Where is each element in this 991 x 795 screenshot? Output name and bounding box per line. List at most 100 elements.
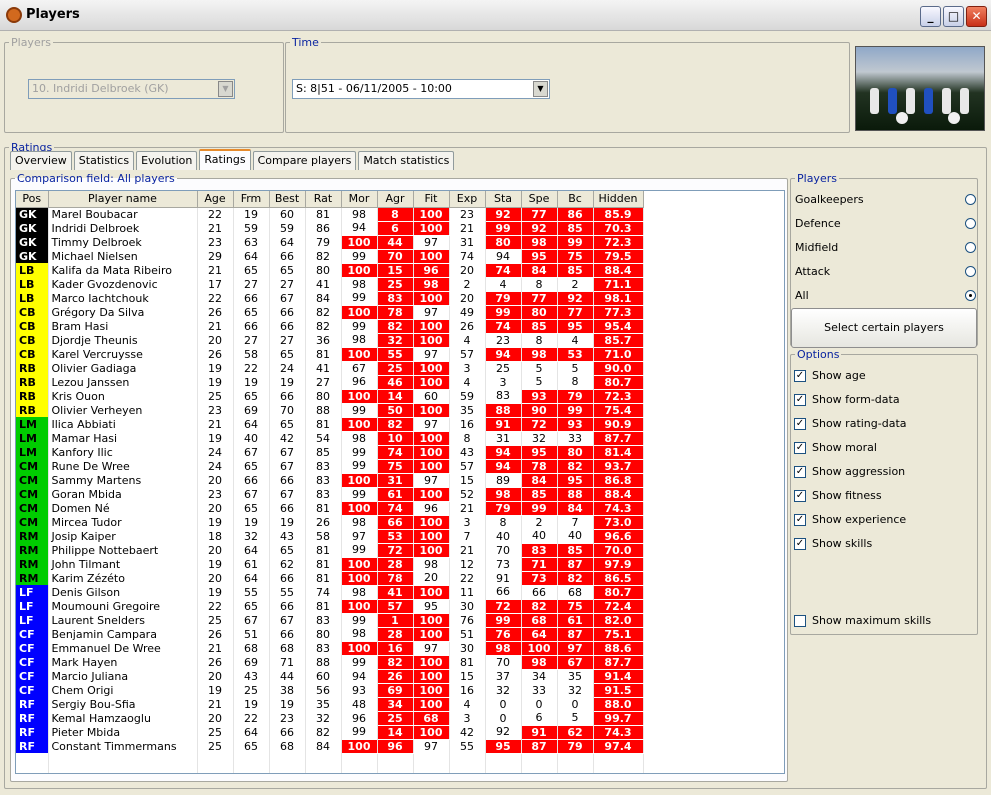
value-cell: 2 [449,277,486,291]
filter-radio-defence[interactable] [965,218,976,229]
show-skills-checkbox[interactable]: ✓ [794,538,806,550]
column-header[interactable]: Spe [521,191,558,208]
table-row[interactable]: RM Josip Kaiper 18 32 43 58 97 53 100 7 40 40 40 96.6 [16,528,644,544]
position-cell: CM [16,473,49,487]
table-row[interactable]: GK Timmy Delbroek 23 63 64 79 100 44 97 31 80 98 99 7… [16,234,644,250]
table-row[interactable]: RF Sergiy Bou-Sfia 21 19 19 35 48 34 100 4 0 0 0 88.0 [16,696,644,712]
tab-overview[interactable]: Overview [10,151,72,170]
table-row[interactable]: GK Marel Boubacar 22 19 60 81 98 8 100 23 92 77 86 85… [16,206,644,222]
table-row[interactable]: GK Michael Nielsen 29 64 66 82 99 70 100 74 94 95 75… [16,248,644,264]
table-row[interactable]: CM Rune De Wree 24 65 67 83 99 75 100 57 94 78 82 93.… [16,458,644,474]
table-row[interactable]: LF Moumouni Gregoire 22 65 66 81 100 57 95 30 72 82… [16,598,644,614]
column-header[interactable]: Fit [413,191,450,208]
value-cell: 7 [557,515,594,529]
column-header[interactable]: Mor [341,191,378,208]
table-row[interactable]: LM Kanfory Ilic 24 67 67 85 99 74 100 43 94 95 80 81.… [16,444,644,460]
tab-match-statistics[interactable]: Match statistics [358,151,455,170]
column-header[interactable]: Frm [233,191,270,208]
player-name-cell: Bram Hasi [48,319,198,333]
close-button[interactable]: ✕ [966,6,987,27]
tab-statistics[interactable]: Statistics [73,151,135,170]
filter-radio-attack[interactable] [965,266,976,277]
filter-radio-all[interactable] [965,290,976,301]
table-row[interactable]: CB Bram Hasi 21 66 66 82 99 82 100 26 74 85 95 95.4 [16,318,644,334]
value-cell: 79 [556,738,594,754]
table-row[interactable]: CM Mircea Tudor 19 19 19 26 98 66 100 3 8 2 7 73.0 [16,514,644,530]
table-row[interactable]: LF Denis Gilson 19 55 55 74 98 41 100 11 66 66 68 80.… [16,584,644,600]
value-cell: 64 [233,417,270,431]
value-cell: 83 [305,487,342,501]
show-age-checkbox[interactable]: ✓ [794,370,806,382]
table-row[interactable]: RM John Tilmant 19 61 62 81 100 28 98 12 73 71 87 97.… [16,556,644,572]
tab-compare-players[interactable]: Compare players [252,151,357,170]
show-fitness-checkbox[interactable]: ✓ [794,490,806,502]
table-row[interactable]: GK Indridi Delbroek 21 59 59 86 94 6 100 21 99 92 85… [16,220,644,236]
value-cell: 37 [485,669,522,683]
show-aggression-checkbox[interactable]: ✓ [794,466,806,478]
maximize-button[interactable]: □ [943,6,964,27]
table-row[interactable]: CF Mark Hayen 26 69 71 88 99 82 100 81 70 98 67 87.7 [16,654,644,670]
table-row[interactable]: RB Olivier Gadiaga 19 22 24 41 67 25 100 3 25 5 5 90.… [16,360,644,376]
column-header[interactable]: Hidden [593,191,644,208]
value-cell: 26 [305,515,342,529]
show-maximum-skills-checkbox[interactable] [794,615,806,627]
filter-radio-midfield[interactable] [965,242,976,253]
filter-radio-goalkeepers[interactable] [965,194,976,205]
value-cell: 8 [557,375,594,389]
column-header[interactable]: Agr [377,191,414,208]
player-select[interactable]: 10. Indridi Delbroek (GK) ▼ [28,79,235,99]
table-row[interactable]: LF Laurent Snelders 25 67 67 83 99 1 100 76 99 68 61… [16,612,644,628]
value-cell: 100 [412,332,450,348]
value-cell: 20 [449,263,486,277]
value-cell: 6 [376,220,414,236]
table-row[interactable]: LM Ilica Abbiati 21 64 65 81 100 82 97 16 91 72 93 90… [16,416,644,432]
show-rating-data-checkbox[interactable]: ✓ [794,418,806,430]
table-row[interactable]: RM Philippe Nottebaert 20 64 65 81 99 72 100 21 70… [16,542,644,558]
value-cell: 81 [305,599,342,613]
column-header[interactable]: Player name [48,191,198,208]
table-row[interactable]: CM Sammy Martens 20 66 66 83 100 31 97 15 89 84 95 86… [16,472,644,488]
table-row[interactable]: CB Djordje Theunis 20 27 27 36 98 32 100 4 23 8 4 85.… [16,332,644,348]
table-row[interactable]: RB Kris Ouon 25 65 66 80 100 14 60 59 83 93 79 72.3 [16,388,644,404]
table-row[interactable]: CM Domen Né 20 65 66 81 100 74 96 21 79 99 84 74.3 [16,500,644,516]
table-row[interactable]: RF Constant Timmermans 25 65 68 84 100 96 97 55 95… [16,738,644,754]
table-row[interactable]: LB Kalifa da Mata Ribeiro 21 65 65 80 100 15 96 2… [16,262,644,278]
time-select[interactable]: S: 8|51 - 06/11/2005 - 10:00 ▼ [292,79,550,99]
value-cell: 100 [412,626,450,642]
table-row[interactable]: RB Olivier Verheyen 23 69 70 88 99 50 100 35 88 90 9… [16,402,644,418]
table-row[interactable]: RF Kemal Hamzaoglu 20 22 23 32 96 25 68 3 0 6 5 99.7 [16,710,644,726]
time-legend: Time [292,36,319,49]
show-moral-checkbox[interactable]: ✓ [794,442,806,454]
show-experience-checkbox[interactable]: ✓ [794,514,806,526]
value-cell: 5 [521,361,558,375]
table-row[interactable]: LM Mamar Hasi 19 40 42 54 98 10 100 8 31 32 33 87.7 [16,430,644,446]
value-cell: 25 [376,276,414,292]
column-header[interactable]: Rat [305,191,342,208]
table-row[interactable]: RB Lezou Janssen 19 19 19 27 96 46 100 4 3 5 8 80.7 [16,374,644,390]
column-header[interactable]: Best [269,191,306,208]
table-row[interactable]: CM Goran Mbida 23 67 67 83 99 61 100 52 98 85 88 88.4 [16,486,644,502]
select-certain-players-button[interactable]: Select certain players [791,308,977,348]
column-header[interactable]: Exp [449,191,486,208]
column-header[interactable]: Sta [485,191,522,208]
minimize-button[interactable]: _ [920,6,941,27]
column-header[interactable]: Pos [16,191,49,208]
tab-ratings[interactable]: Ratings [199,149,251,170]
table-row[interactable]: RM Karim Zézéto 20 64 66 81 100 78 20 22 91 73 82 86.… [16,570,644,586]
table-row[interactable]: CF Emmanuel De Wree 21 68 68 83 100 16 97 30 98 100… [16,640,644,656]
value-cell: 83 [305,613,342,627]
table-row[interactable]: LB Marco Iachtchouk 22 66 67 84 99 83 100 20 79 77 9… [16,290,644,306]
tab-evolution[interactable]: Evolution [136,151,198,170]
table-row[interactable]: CF Benjamin Campara 26 51 66 80 98 28 100 51 76 64 8… [16,626,644,642]
table-row[interactable]: CB Karel Vercruysse 26 58 65 81 100 55 97 57 94 98 5… [16,346,644,362]
column-header[interactable]: Bc [557,191,594,208]
show-form-data-checkbox[interactable]: ✓ [794,394,806,406]
value-cell: 99 [341,725,378,739]
table-row[interactable]: CF Chem Origi 19 25 38 56 93 69 100 16 32 33 32 91.5 [16,682,644,698]
ratings-grid[interactable]: Pos Player name Age Frm Best Rat Mor Agr Fit Exp S… [15,190,785,774]
table-row[interactable]: LB Kader Gvozdenovic 17 27 27 41 98 25 98 2 4 8 2 71.… [16,276,644,292]
table-row[interactable]: RF Pieter Mbida 25 64 66 82 99 14 100 42 92 91 62 74.… [16,724,644,740]
column-header[interactable]: Age [197,191,234,208]
table-row[interactable]: CF Marcio Juliana 20 43 44 60 94 26 100 15 37 34 35 9… [16,668,644,684]
table-row[interactable]: CB Grégory Da Silva 26 65 66 82 100 78 97 49 99 80 7… [16,304,644,320]
